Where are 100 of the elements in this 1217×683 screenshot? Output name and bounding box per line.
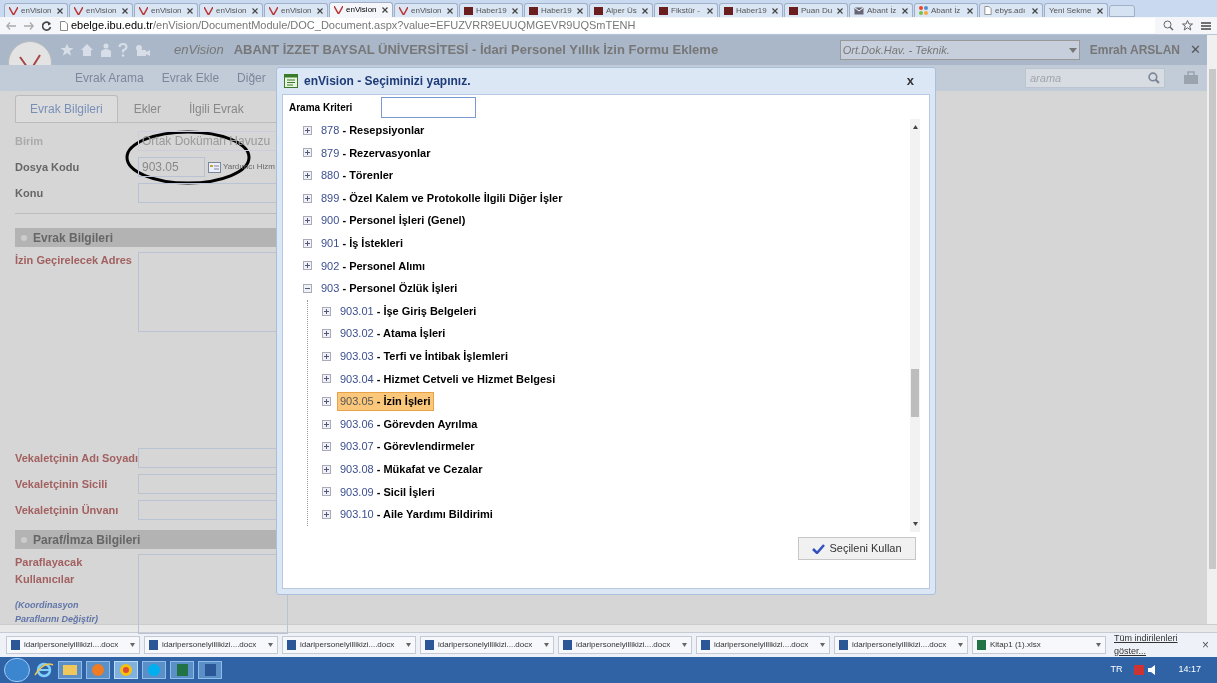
close-icon[interactable] — [967, 7, 973, 14]
star-icon[interactable] — [1182, 20, 1193, 31]
expand-icon[interactable] — [303, 171, 312, 180]
tree-item[interactable]: 903.10 - Aile Yardımı Bildirimi — [337, 505, 496, 524]
start-button[interactable] — [4, 658, 30, 682]
browser-tab[interactable]: enVision — [199, 3, 263, 17]
expand-icon[interactable] — [303, 125, 312, 135]
language-indicator[interactable]: TR — [1110, 663, 1123, 677]
close-icon[interactable] — [317, 7, 323, 14]
tree-item[interactable]: 899 - Özel Kalem ve Protokolle İlgili Diğer İşler — [318, 188, 566, 208]
expand-icon[interactable] — [303, 193, 312, 203]
word-icon[interactable] — [198, 661, 222, 679]
browser-tab[interactable]: Yeni Sekme — [1044, 3, 1108, 17]
browser-tab[interactable]: enVision — [69, 3, 133, 17]
tree-item[interactable]: 903.09 - Sicil İşleri — [337, 482, 438, 502]
caret-icon[interactable] — [544, 643, 549, 647]
close-icon[interactable] — [707, 7, 713, 14]
tree-item[interactable]: 903.08 - Mükafat ve Cezalar — [337, 459, 486, 479]
expand-icon[interactable] — [303, 216, 312, 226]
browser-tab[interactable]: enVision — [264, 3, 328, 17]
close-icon[interactable] — [447, 7, 453, 14]
scroll-down-icon[interactable] — [912, 522, 918, 526]
close-button[interactable]: × — [1202, 636, 1209, 654]
close-icon[interactable] — [512, 7, 518, 14]
expand-icon[interactable] — [322, 509, 331, 519]
menu-icon[interactable] — [1201, 20, 1211, 31]
tree-item[interactable]: 903 - Personel Özlük İşleri — [318, 279, 461, 298]
tree-item[interactable]: 902 - Personel Alımı — [318, 256, 429, 276]
caret-icon[interactable] — [268, 643, 273, 647]
tree-item[interactable]: 903.01 - İşe Giriş Belgeleri — [337, 301, 480, 321]
browser-tab[interactable]: Haber19 — [459, 3, 523, 17]
expand-icon[interactable] — [303, 238, 312, 248]
browser-tab[interactable]: Haber19 — [719, 3, 783, 17]
browser-tab[interactable]: ebys.adı — [979, 3, 1043, 17]
download-item[interactable]: idaripersonelyillikizi....docx — [834, 636, 968, 654]
expand-icon[interactable] — [322, 329, 331, 339]
expand-icon[interactable] — [322, 487, 331, 497]
show-all-link[interactable]: Tüm indirilenleri göster... — [1114, 631, 1190, 659]
close-icon[interactable] — [187, 7, 193, 14]
browser-tab[interactable]: Abant İz — [849, 3, 913, 17]
expand-icon[interactable] — [322, 396, 331, 406]
close-icon[interactable] — [252, 7, 258, 14]
browser-tab[interactable]: Haber19 — [524, 3, 588, 17]
expand-icon[interactable] — [322, 442, 331, 452]
close-icon[interactable] — [1097, 7, 1103, 14]
close-icon[interactable] — [642, 7, 648, 14]
expand-icon[interactable] — [303, 148, 312, 158]
caret-icon[interactable] — [406, 643, 411, 647]
close-icon[interactable] — [1032, 7, 1038, 14]
tree-item[interactable]: 901 - İş İstekleri — [318, 234, 406, 253]
reload-icon[interactable] — [42, 20, 52, 31]
tree-item[interactable]: 879 - Rezervasyonlar — [318, 143, 434, 163]
scrollbar-thumb[interactable] — [1208, 69, 1216, 569]
close-icon[interactable] — [577, 7, 583, 14]
close-button[interactable]: x — [906, 71, 914, 91]
browser-tab[interactable]: enVision — [394, 3, 458, 17]
tree-item[interactable]: 903.07 - Görevlendirmeler — [337, 437, 478, 456]
browser-tab[interactable]: enVision — [329, 2, 393, 17]
browser-tab[interactable]: Alper Üs — [589, 3, 653, 17]
tree-item[interactable]: 903.04 - Hizmet Cetveli ve Hizmet Belgesi — [337, 369, 559, 389]
expand-icon[interactable] — [322, 419, 331, 429]
download-item[interactable]: idaripersonelyillikizi....docx — [558, 636, 692, 654]
download-item[interactable]: idaripersonelyillikizi....docx — [6, 636, 140, 654]
tree-item[interactable]: 900 - Personel İşleri (Genel) — [318, 211, 469, 230]
browser-tab[interactable]: Abant İz — [914, 3, 978, 17]
zoom-icon[interactable] — [1163, 20, 1174, 31]
excel-icon[interactable] — [170, 661, 194, 679]
close-icon[interactable] — [837, 7, 843, 14]
download-item[interactable]: idaripersonelyillikizi....docx — [696, 636, 830, 654]
tree-item[interactable]: 878 - Resepsiyonlar — [318, 121, 428, 140]
close-icon[interactable] — [772, 7, 778, 14]
caret-icon[interactable] — [682, 643, 687, 647]
expand-icon[interactable] — [322, 306, 331, 316]
horizontal-scrollbar[interactable] — [0, 624, 1217, 632]
browser-tab[interactable]: Fikstür - — [654, 3, 718, 17]
caret-icon[interactable] — [958, 643, 963, 647]
close-icon[interactable] — [57, 7, 63, 14]
download-item[interactable]: idaripersonelyillikizi....docx — [420, 636, 554, 654]
caret-icon[interactable] — [130, 643, 135, 647]
caret-icon[interactable] — [820, 643, 825, 647]
clock[interactable]: 14:17 — [1178, 663, 1201, 677]
browser-icon[interactable] — [34, 661, 54, 679]
use-selected-button[interactable]: Seçileni Kullan — [798, 537, 916, 560]
scroll-up-icon[interactable] — [912, 125, 918, 129]
expand-icon[interactable] — [322, 351, 331, 361]
download-item[interactable]: idaripersonelyillikizi....docx — [144, 636, 278, 654]
download-item[interactable]: Kitap1 (1).xlsx — [972, 636, 1106, 654]
close-icon[interactable] — [122, 7, 128, 14]
download-item[interactable]: idaripersonelyillikizi....docx — [282, 636, 416, 654]
search-field[interactable] — [381, 96, 476, 118]
browser-tab[interactable]: Puan Du — [784, 3, 848, 17]
tree-item[interactable]: 903.02 - Atama İşleri — [337, 324, 449, 343]
collapse-icon[interactable] — [303, 283, 312, 293]
tree-item[interactable]: 903.06 - Görevden Ayrılma — [337, 414, 481, 434]
expand-icon[interactable] — [322, 374, 331, 384]
browser-tab[interactable]: enVision — [134, 3, 198, 17]
expand-icon[interactable] — [322, 464, 331, 474]
browser-tab[interactable]: enVision — [4, 3, 68, 17]
tree-item[interactable]: 880 - Törenler — [318, 166, 397, 185]
close-icon[interactable]: ✕ — [1190, 40, 1201, 60]
